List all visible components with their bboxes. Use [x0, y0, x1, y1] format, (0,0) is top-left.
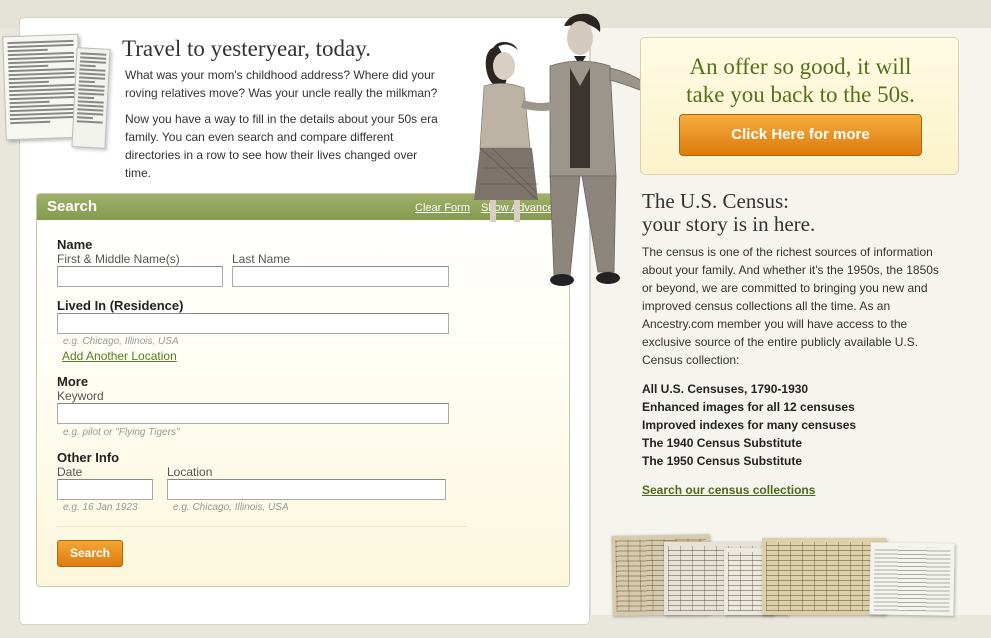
offer-title: An offer so good, it will take you back … — [641, 53, 960, 109]
date-example: e.g. 16 Jan 1923 — [63, 502, 138, 513]
couple-photo — [474, 13, 659, 286]
click-here-button[interactable]: Click Here for more — [679, 114, 922, 156]
census-list-item: The 1950 Census Substitute — [642, 454, 803, 468]
census-list-item: The 1940 Census Substitute — [642, 436, 803, 450]
more-section-label: More — [57, 374, 89, 389]
directory-page-image-2 — [71, 47, 111, 149]
search-header-title: Search — [47, 198, 98, 215]
census-list-item: Enhanced images for all 12 censuses — [642, 400, 855, 414]
last-name-label: Last Name — [232, 252, 291, 266]
intro-title: Travel to yesteryear, today. — [122, 36, 372, 61]
directory-record-image — [869, 542, 955, 616]
census-description: The census is one of the richest sources… — [642, 245, 939, 367]
other-info-section-label: Other Info — [57, 450, 120, 465]
lived-in-example: e.g. Chicago, Illinois, USA — [63, 336, 179, 347]
offer-box: An offer so good, it will take you back … — [640, 37, 959, 175]
linked-arms — [520, 100, 558, 111]
location-label: Location — [167, 465, 213, 479]
last-name-input[interactable] — [232, 266, 449, 287]
census-record-image-4 — [762, 538, 886, 615]
form-divider — [57, 526, 467, 527]
first-middle-name-label: First & Middle Name(s) — [57, 252, 180, 266]
location-example: e.g. Chicago, Illinois, USA — [173, 502, 289, 513]
census-collection-list: All U.S. Censuses, 1790-1930 Enhanced im… — [642, 380, 856, 470]
offer-title-line-2: take you back to the 50s. — [686, 82, 915, 107]
search-button[interactable]: Search — [57, 540, 123, 567]
directory-page-image — [2, 33, 82, 141]
name-section-label: Name — [57, 237, 93, 252]
census-title-line-1: The U.S. Census: — [642, 189, 789, 213]
first-middle-name-input[interactable] — [57, 266, 223, 287]
search-census-collections-link[interactable]: Search our census collections — [642, 483, 815, 497]
location-input[interactable] — [167, 479, 446, 500]
lived-in-input[interactable] — [57, 313, 449, 334]
keyword-label: Keyword — [57, 389, 104, 403]
date-label: Date — [57, 465, 83, 479]
census-list-item: All U.S. Censuses, 1790-1930 — [642, 382, 809, 396]
census-title: The U.S. Census: your story is in here. — [642, 190, 815, 236]
keyword-example: e.g. pilot or "Flying Tigers" — [63, 427, 180, 438]
lived-in-section-label: Lived In (Residence) — [57, 298, 184, 313]
date-input[interactable] — [57, 479, 153, 500]
offer-title-line-1: An offer so good, it will — [689, 54, 912, 79]
intro-paragraph-1: What was your mom's childhood address? W… — [125, 68, 438, 100]
census-title-line-2: your story is in here. — [642, 212, 816, 236]
woman-figure — [474, 42, 539, 222]
intro-paragraph-2: Now you have a way to fill in the detail… — [125, 112, 438, 180]
keyword-input[interactable] — [57, 403, 449, 424]
add-another-location-link[interactable]: Add Another Location — [62, 349, 177, 363]
census-list-item: Improved indexes for many censuses — [642, 418, 857, 432]
